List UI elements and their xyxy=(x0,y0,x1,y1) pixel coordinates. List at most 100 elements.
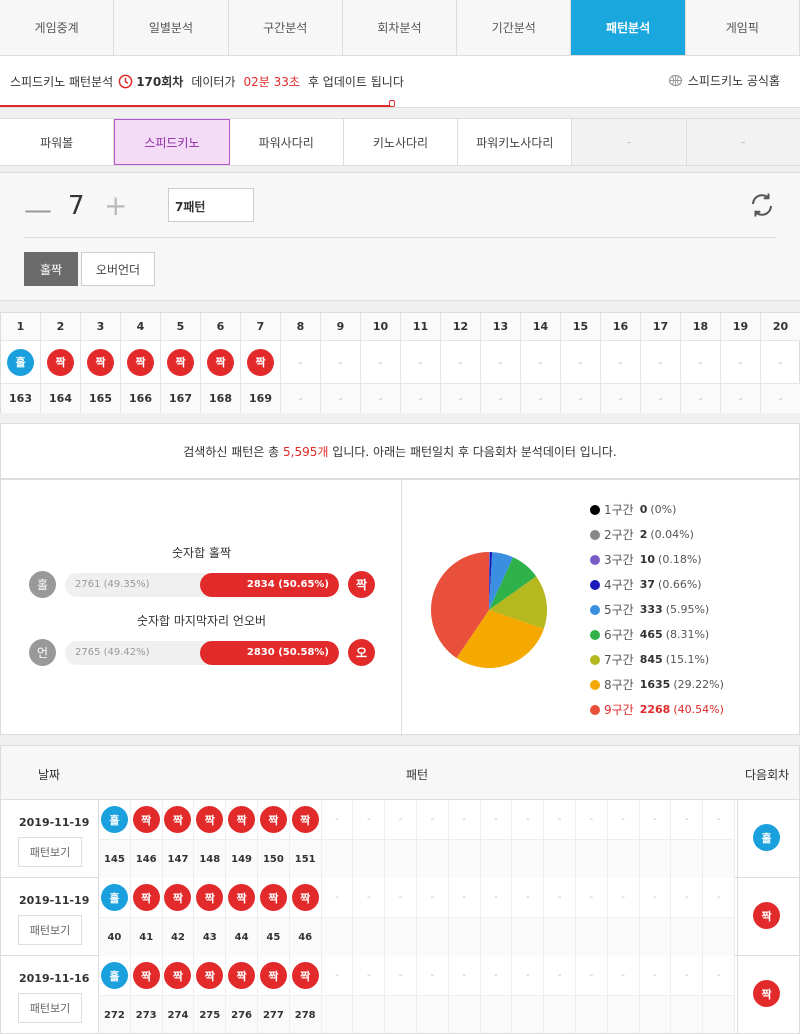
game-tab-empty: - xyxy=(686,119,800,165)
grid-round-cell: - xyxy=(721,384,761,413)
history-round-cell xyxy=(544,840,576,878)
view-pattern-button[interactable]: 패턴보기 xyxy=(18,993,82,1023)
history-ball-cell: - xyxy=(671,878,704,917)
legend-dot xyxy=(590,704,600,715)
legend-dot xyxy=(590,579,600,590)
grid-round-cell: - xyxy=(681,384,721,413)
history-round-cell xyxy=(481,918,513,956)
even-label: 짝 xyxy=(348,571,375,598)
even-ball: 짝 xyxy=(167,348,194,376)
history-ball-cell: - xyxy=(544,800,576,839)
history-ball-cell: 짝 xyxy=(290,878,322,917)
grid-col-header: 16 xyxy=(601,313,641,340)
odd-even-button[interactable]: 홀짝 xyxy=(24,252,78,286)
history-ball-cell: 짝 xyxy=(258,956,290,995)
increase-button[interactable]: + xyxy=(104,189,127,222)
history-ball-cell: 짝 xyxy=(163,956,195,995)
refresh-icon[interactable] xyxy=(746,189,778,221)
grid-col-header: 5 xyxy=(161,313,201,340)
legend-count: 1635 xyxy=(639,678,671,691)
game-tab-speedkeno[interactable]: 스피드키노 xyxy=(114,119,230,165)
decrease-button[interactable]: — xyxy=(24,193,52,226)
dash: - xyxy=(458,355,463,369)
even-value: 2834 (50.65%) xyxy=(246,579,329,590)
history-date: 2019-11-16 xyxy=(19,972,90,985)
legend-count: 0 xyxy=(639,503,648,516)
history-round-cell: 42 xyxy=(163,918,195,956)
history-round-cell xyxy=(385,840,417,878)
game-tab-powerkeno-ladder[interactable]: 파워키노사다리 xyxy=(458,119,573,165)
history-round-cell xyxy=(608,918,640,956)
history-round-cell xyxy=(671,918,704,956)
under-label: 언 xyxy=(29,639,56,666)
legend-dot xyxy=(590,604,600,615)
grid-round-cell: - xyxy=(401,384,441,413)
current-round: 170회차 xyxy=(136,75,184,89)
history-round-cell: 41 xyxy=(131,918,163,956)
history-ball-row: 홀짝짝짝짝짝짝------------- xyxy=(99,800,735,839)
even-ball: 짝 xyxy=(259,806,287,833)
legend-label: 1구간 xyxy=(604,503,634,517)
pattern-total-count: 5,595개 xyxy=(283,444,329,459)
section-pie-chart xyxy=(431,552,547,668)
grid-col-header: 8 xyxy=(281,313,321,340)
history-ball-cell: - xyxy=(512,800,545,839)
dash: - xyxy=(298,355,303,369)
grid-ball-cell: - xyxy=(721,341,761,383)
divider xyxy=(24,237,776,238)
grid-col-header: 7 xyxy=(241,313,281,340)
history-ball-cell: - xyxy=(449,956,481,995)
dash: - xyxy=(658,355,663,369)
history-ball-cell: - xyxy=(417,878,449,917)
history-ball-cell: - xyxy=(449,878,481,917)
history-pattern-cells: 홀 짝 짝 짝 짝 짝 짝 - - - - - - - - - - - - -40 41 42 43 44 45 46 xyxy=(98,878,738,956)
game-tab-power-ladder[interactable]: 파워사다리 xyxy=(230,119,344,165)
history-round-cell xyxy=(512,996,545,1033)
over-under-button[interactable]: 오버언더 xyxy=(81,252,155,286)
pattern-input[interactable]: 7패턴 xyxy=(168,188,254,222)
tab-round-analysis[interactable]: 회차분석 xyxy=(343,0,458,55)
grid-round-cell: - xyxy=(481,384,521,413)
grid-col-header: 3 xyxy=(81,313,121,340)
tab-game-pick[interactable]: 게임픽 xyxy=(686,0,800,55)
view-pattern-button[interactable]: 패턴보기 xyxy=(18,915,82,945)
history-ball-cell: - xyxy=(481,878,513,917)
tab-section-analysis[interactable]: 구간분석 xyxy=(229,0,343,55)
legend-item: 1구간 0 (0%) xyxy=(590,497,724,522)
history-ball-cell: 짝 xyxy=(290,956,322,995)
tab-pattern-analysis[interactable]: 패턴분석 xyxy=(571,0,686,55)
countdown: 02분 33초 xyxy=(243,75,300,89)
grid-ball-cell: - xyxy=(401,341,441,383)
history-ball-cell: - xyxy=(481,956,513,995)
history-row: 2019-11-19 패턴보기 홀 짝 짝 짝 짝 짝 짝 - - - - - - - - - - - - -40 41 42… xyxy=(1,878,799,956)
grid-ball-cell: - xyxy=(641,341,681,383)
history-ball-cell: - xyxy=(576,800,608,839)
history-round-row: 145 146 147 148 149 150 151 xyxy=(99,839,735,878)
tab-daily-analysis[interactable]: 일별분석 xyxy=(114,0,229,55)
top-nav: 게임중계 일별분석 구간분석 회차분석 기간분석 패턴분석 게임픽 xyxy=(0,0,800,56)
grid-ball-cell: - xyxy=(321,341,361,383)
game-tab-powerball[interactable]: 파워볼 xyxy=(0,119,115,165)
history-ball-cell: - xyxy=(385,956,417,995)
game-tab-keno-ladder[interactable]: 키노사다리 xyxy=(344,119,459,165)
odd-ball: 홀 xyxy=(753,824,780,851)
view-pattern-button[interactable]: 패턴보기 xyxy=(18,837,82,867)
grid-col-header: 4 xyxy=(121,313,161,340)
tab-game-broadcast[interactable]: 게임중계 xyxy=(0,0,115,55)
history-pattern-cells: 홀 짝 짝 짝 짝 짝 짝 - - - - - - - - - - - - -272 273 274 275 276 277 27… xyxy=(98,956,738,1033)
grid-col-header: 17 xyxy=(641,313,681,340)
history-round-row: 40 41 42 43 44 45 46 xyxy=(99,917,735,956)
history-date: 2019-11-19 xyxy=(19,894,90,907)
history-round-cell xyxy=(449,996,481,1033)
history-ball-cell: - xyxy=(640,800,672,839)
official-home-link[interactable]: 스피드키노 공식홈 xyxy=(668,72,780,89)
history-round-cell xyxy=(417,996,449,1033)
history-ball-cell: 홀 xyxy=(99,878,131,917)
tab-period-analysis[interactable]: 기간분석 xyxy=(457,0,572,55)
dash: - xyxy=(338,355,343,369)
history-round-cell xyxy=(608,996,640,1033)
legend-label: 8구간 xyxy=(604,678,634,692)
odd-ball: 홀 xyxy=(100,962,128,989)
history-ball-cell: - xyxy=(576,878,608,917)
history-ball-cell: 짝 xyxy=(163,878,195,917)
